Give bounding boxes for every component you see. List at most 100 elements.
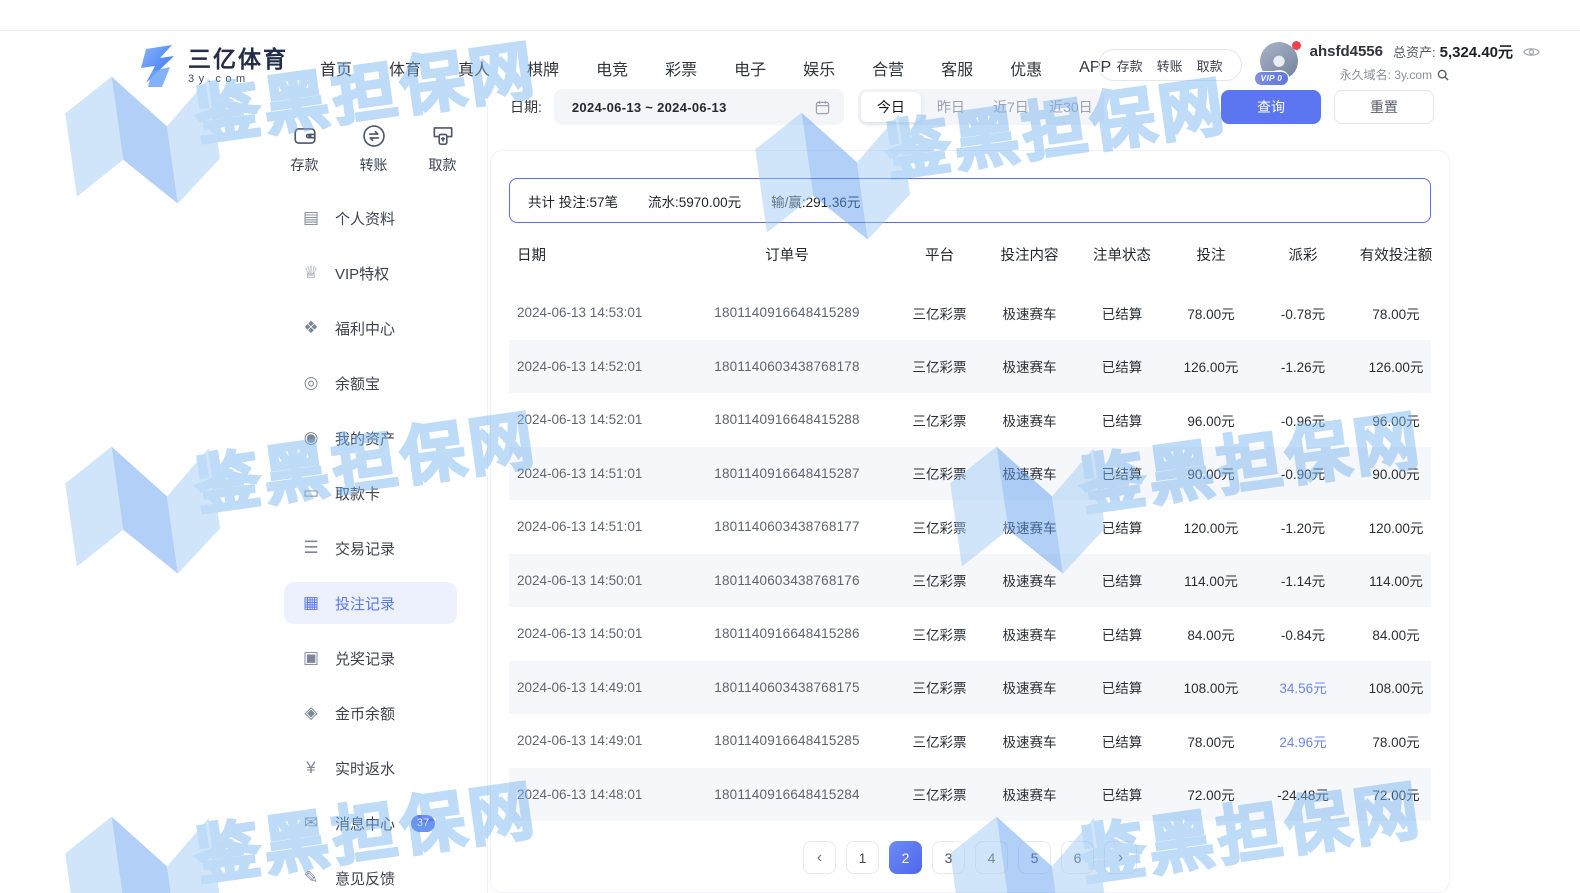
cell-bet-content: 极速赛车 (982, 517, 1077, 537)
quick-range-button[interactable]: 近7日 (981, 92, 1041, 122)
cell-date: 2024-06-13 14:48:01 (517, 787, 677, 802)
cell-platform: 三亿彩票 (897, 624, 982, 644)
brand-domain: 3y.com (188, 74, 288, 86)
quick-range-button[interactable]: 近30日 (1041, 92, 1101, 122)
cell-bet-amount: 126.00元 (1167, 356, 1255, 376)
nav-item[interactable]: 电子 (734, 56, 766, 80)
page-button[interactable]: 6 (1061, 841, 1094, 874)
nav-item[interactable]: 客服 (941, 56, 973, 80)
cell-platform: 三亿彩票 (897, 731, 982, 751)
cell-order-number: 1801140916648415285 (677, 733, 897, 748)
cell-date: 2024-06-13 14:49:01 (517, 680, 677, 695)
sidebar-menu-item[interactable]: ▭ 取款卡 (284, 472, 457, 514)
page-button[interactable]: 1 (846, 841, 879, 874)
transfer-button[interactable]: 转账 (360, 123, 388, 175)
nav-item[interactable]: 首页 (320, 56, 352, 80)
brand-logo-icon (136, 43, 180, 89)
cell-valid-amount: 108.00元 (1351, 677, 1441, 697)
nav-item[interactable]: 真人 (458, 56, 490, 80)
sidebar-item-label: 个人资料 (335, 208, 395, 229)
page: 三亿体育 3y.com 首页体育真人棋牌电竞彩票电子娱乐合营客服优惠APP 存款… (0, 0, 1580, 893)
sidebar-item-icon: ▤ (300, 208, 322, 228)
date-range-input[interactable]: 2024-06-13 ~ 2024-06-13 (554, 89, 844, 125)
quick-range-button[interactable]: 昨日 (921, 92, 981, 122)
sidebar-item-icon: ▭ (300, 483, 322, 503)
col-order: 订单号 (677, 244, 897, 265)
cell-platform: 三亿彩票 (897, 303, 982, 323)
eye-icon[interactable] (1523, 46, 1540, 58)
cell-payout: -0.90元 (1255, 463, 1351, 483)
quick-range-button[interactable]: 今日 (861, 92, 921, 122)
table-row: 2024-06-13 14:52:01 1801140603438768178 … (509, 340, 1431, 394)
page-button[interactable]: 3 (932, 841, 965, 874)
date-range-value: 2024-06-13 ~ 2024-06-13 (572, 100, 727, 115)
cell-status: 已结算 (1077, 731, 1167, 751)
sidebar-menu-item[interactable]: ◈ 金币余额 (284, 692, 457, 734)
sidebar-menu-item[interactable]: ¥ 实时返水 (284, 747, 457, 789)
nav-item[interactable]: 体育 (389, 56, 421, 80)
cell-bet-content: 极速赛车 (982, 463, 1077, 483)
cell-order-number: 1801140603438768178 (677, 359, 897, 374)
wallet-action-link[interactable]: 取款 (1197, 56, 1223, 75)
sidebar-menu-item[interactable]: ♕ VIP特权 (284, 252, 457, 294)
search-button[interactable]: 查询 (1221, 90, 1321, 124)
wallet-action-link[interactable]: 存款 (1117, 56, 1143, 75)
nav-item[interactable]: 电竞 (596, 56, 628, 80)
quick-range-group: 今日昨日近7日近30日 (858, 89, 1104, 125)
cell-platform: 三亿彩票 (897, 677, 982, 697)
col-platform: 平台 (897, 244, 982, 265)
sidebar-item-label: 投注记录 (335, 593, 395, 614)
withdraw-icon (430, 123, 456, 149)
sidebar-menu-item[interactable]: ▣ 兑奖记录 (284, 637, 457, 679)
sidebar-menu-item[interactable]: ✎ 意见反馈 (284, 857, 457, 893)
sidebar-menu-item[interactable]: ▤ 个人资料 (284, 197, 457, 239)
prev-page-button[interactable]: ‹ (803, 841, 836, 874)
cell-bet-content: 极速赛车 (982, 410, 1077, 430)
cell-payout: 34.56元 (1255, 677, 1351, 697)
sidebar-item-label: 交易记录 (335, 538, 395, 559)
nav-item[interactable]: 合营 (872, 56, 904, 80)
cell-platform: 三亿彩票 (897, 410, 982, 430)
sidebar-item-label: 取款卡 (335, 483, 380, 504)
col-date: 日期 (517, 244, 677, 265)
sidebar-menu-item[interactable]: ▦ 投注记录 (284, 582, 457, 624)
withdraw-button[interactable]: 取款 (429, 123, 457, 175)
search-icon[interactable] (1437, 69, 1449, 81)
table-row: 2024-06-13 14:53:01 1801140916648415289 … (509, 286, 1431, 340)
col-bet: 投注 (1167, 244, 1255, 265)
nav-item[interactable]: 娱乐 (803, 56, 835, 80)
cell-valid-amount: 90.00元 (1351, 463, 1441, 483)
sidebar-menu-item[interactable]: ◎ 余额宝 (284, 362, 457, 404)
cell-order-number: 1801140603438768175 (677, 680, 897, 695)
avatar-wrap: VIP 0 (1260, 42, 1300, 82)
deposit-button[interactable]: 存款 (291, 123, 319, 175)
sidebar-menu-item[interactable]: ☰ 交易记录 (284, 527, 457, 569)
cell-payout: -1.26元 (1255, 356, 1351, 376)
sidebar: 存款 转账 取款 ▤ 个人资料 ♕ (260, 105, 488, 893)
cell-status: 已结算 (1077, 677, 1167, 697)
summary-item: 共计 投注:57笔 (528, 191, 618, 211)
total-assets-value: 5,324.40元 (1440, 41, 1513, 62)
wallet-action-link[interactable]: 转账 (1157, 56, 1183, 75)
brand-logo[interactable]: 三亿体育 3y.com (136, 43, 288, 89)
sidebar-menu-item[interactable]: ◉ 我的资产 (284, 417, 457, 459)
sidebar-item-label: 福利中心 (335, 318, 395, 339)
sidebar-menu-item[interactable]: ❖ 福利中心 (284, 307, 457, 349)
cell-bet-content: 极速赛车 (982, 356, 1077, 376)
nav-item[interactable]: 棋牌 (527, 56, 559, 80)
sidebar-menu-item[interactable]: ✉ 消息中心 37 (284, 802, 457, 844)
reset-button[interactable]: 重置 (1334, 90, 1434, 124)
page-button[interactable]: 2 (889, 841, 922, 874)
sidebar-item-icon: ◈ (300, 703, 322, 723)
cell-status: 已结算 (1077, 570, 1167, 590)
sidebar-item-icon: ▣ (300, 648, 322, 668)
next-page-button[interactable]: › (1104, 841, 1137, 874)
nav-item[interactable]: 彩票 (665, 56, 697, 80)
sidebar-item-label: 我的资产 (335, 428, 395, 449)
cell-valid-amount: 114.00元 (1351, 570, 1441, 590)
cell-valid-amount: 78.00元 (1351, 303, 1441, 323)
page-button[interactable]: 4 (975, 841, 1008, 874)
cell-status: 已结算 (1077, 410, 1167, 430)
page-button[interactable]: 5 (1018, 841, 1051, 874)
nav-item[interactable]: 优惠 (1010, 56, 1042, 80)
